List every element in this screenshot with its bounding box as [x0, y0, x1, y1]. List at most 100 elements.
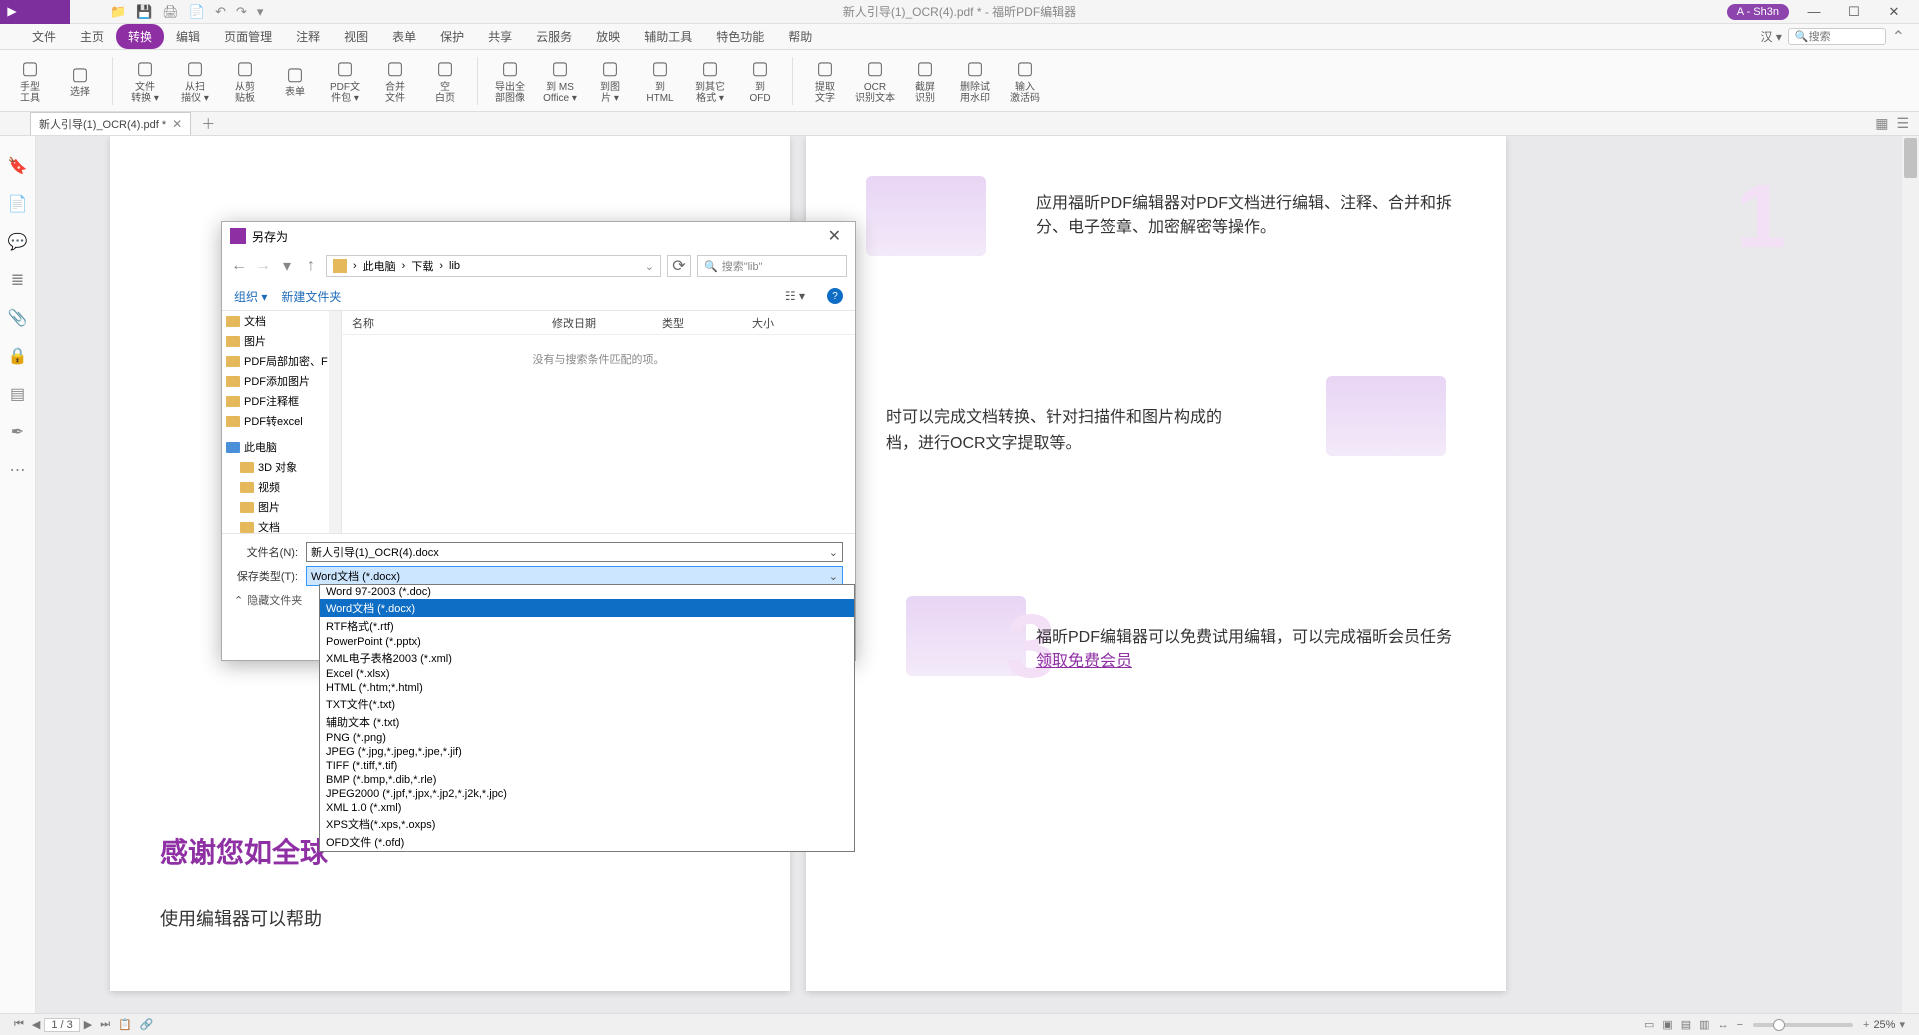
first-page-icon[interactable]: ⏮: [10, 1018, 28, 1031]
tab-comment[interactable]: 注释: [284, 24, 332, 49]
filetype-option[interactable]: PowerPoint (*.pptx): [320, 635, 854, 649]
refresh-icon[interactable]: ⟳: [667, 255, 691, 277]
zoom-out-icon[interactable]: −: [1733, 1019, 1747, 1031]
search-input[interactable]: [1809, 31, 1879, 43]
page-indicator[interactable]: 1 / 3: [44, 1018, 79, 1032]
filetype-option[interactable]: BMP (*.bmp,*.dib,*.rle): [320, 773, 854, 787]
ribbon-button[interactable]: ▢到HTML: [638, 52, 682, 110]
minimize-button[interactable]: —: [1799, 4, 1829, 19]
ribbon-button[interactable]: ▢从扫描仪 ▾: [173, 52, 217, 110]
filetype-option[interactable]: OFD文件 (*.ofd): [320, 833, 854, 851]
filetype-option[interactable]: XML电子表格2003 (*.xml): [320, 649, 854, 667]
nav-folder-item[interactable]: 文档: [222, 311, 341, 331]
ribbon-button[interactable]: ▢截屏识别: [903, 52, 947, 110]
filetype-option[interactable]: JPEG2000 (*.jpf,*.jpx,*.jp2,*.j2k,*.jpc): [320, 787, 854, 801]
nav-back-icon[interactable]: ←: [230, 257, 248, 275]
bc-2[interactable]: 下载: [411, 258, 433, 274]
filetype-option[interactable]: JPEG (*.jpg,*.jpeg,*.jpe,*.jif): [320, 745, 854, 759]
close-tab-icon[interactable]: ✕: [172, 117, 182, 131]
filetype-option[interactable]: XML 1.0 (*.xml): [320, 801, 854, 815]
tab-view[interactable]: 视图: [332, 24, 380, 49]
comments-icon[interactable]: 💬: [8, 232, 28, 252]
nav-up-icon[interactable]: ↑: [302, 257, 320, 275]
tab-share[interactable]: 共享: [476, 24, 524, 49]
ribbon-button[interactable]: ▢表单: [273, 52, 317, 110]
collapse-ribbon-icon[interactable]: ⌃: [1892, 27, 1905, 47]
filetype-option[interactable]: Word 97-2003 (*.doc): [320, 585, 854, 599]
list-view-icon[interactable]: ☰: [1896, 115, 1909, 132]
tab-pagemgmt[interactable]: 页面管理: [212, 24, 284, 49]
tab-file[interactable]: 文件: [20, 24, 68, 49]
filetype-option[interactable]: HTML (*.htm;*.html): [320, 681, 854, 695]
nav-thispc[interactable]: 此电脑: [222, 437, 341, 457]
more-panel-icon[interactable]: ⋯: [10, 460, 26, 480]
signature-icon[interactable]: ✒: [11, 422, 24, 442]
nav-folder-item[interactable]: PDF转excel: [222, 411, 341, 431]
ribbon-button[interactable]: ▢到OFD: [738, 52, 782, 110]
tab-acc[interactable]: 辅助工具: [632, 24, 704, 49]
nav-folder-item[interactable]: PDF添加图片: [222, 371, 341, 391]
tab-home[interactable]: 主页: [68, 24, 116, 49]
ribbon-button[interactable]: ▢输入激活码: [1003, 52, 1047, 110]
ribbon-button[interactable]: ▢删除试用水印: [953, 52, 997, 110]
view-mode-5-icon[interactable]: ↔: [1714, 1019, 1733, 1031]
nav-folder-item[interactable]: PDF注释框: [222, 391, 341, 411]
ribbon-button[interactable]: ▢从剪贴板: [223, 52, 267, 110]
filetype-option[interactable]: RTF格式(*.rtf): [320, 617, 854, 635]
col-name[interactable]: 名称: [342, 315, 542, 331]
close-button[interactable]: ✕: [1879, 4, 1909, 20]
filetype-option[interactable]: PNG (*.png): [320, 731, 854, 745]
filetype-option[interactable]: TXT文件(*.txt): [320, 695, 854, 713]
filetype-option[interactable]: XPS文档(*.xps,*.oxps): [320, 815, 854, 833]
new-folder-button[interactable]: 新建文件夹: [281, 288, 341, 305]
ribbon-button[interactable]: ▢到 MSOffice ▾: [538, 52, 582, 110]
nav-pane[interactable]: 文档图片PDF局部加密、FPDF添加图片PDF注释框PDF转excel此电脑3D…: [222, 311, 342, 533]
ribbon-button[interactable]: ▢选择: [58, 52, 102, 110]
ribbon-button[interactable]: ▢文件转换 ▾: [123, 52, 167, 110]
nav-sub-item[interactable]: 图片: [222, 497, 341, 517]
filename-dd-icon[interactable]: ⌄: [829, 546, 838, 559]
more-icon[interactable]: ▾: [257, 4, 264, 20]
tab-special[interactable]: 特色功能: [704, 24, 776, 49]
tab-play[interactable]: 放映: [584, 24, 632, 49]
tab-protect[interactable]: 保护: [428, 24, 476, 49]
save-icon[interactable]: 💾: [136, 4, 152, 20]
print-icon[interactable]: 🖨: [162, 4, 179, 20]
ribbon-button[interactable]: ▢OCR识别文本: [853, 52, 897, 110]
open-icon[interactable]: 📁: [110, 4, 126, 20]
col-type[interactable]: 类型: [652, 315, 742, 331]
filetype-dropdown[interactable]: Word 97-2003 (*.doc)Word文档 (*.docx)RTF格式…: [319, 584, 855, 852]
vertical-scrollbar[interactable]: [1902, 136, 1919, 1013]
redo-icon[interactable]: ↷: [236, 4, 247, 20]
pages-icon[interactable]: 📄: [8, 194, 28, 214]
layers-icon[interactable]: ≣: [11, 270, 24, 290]
security-icon[interactable]: 🔒: [8, 346, 28, 366]
document-tab[interactable]: 新人引导(1)_OCR(4).pdf * ✕: [30, 112, 191, 135]
menu-search[interactable]: 🔍: [1788, 28, 1886, 45]
nav-hist-icon[interactable]: ▾: [278, 256, 296, 276]
undo-icon[interactable]: ↶: [215, 4, 226, 20]
view-mode-3-icon[interactable]: ▤: [1677, 1018, 1695, 1031]
ribbon-button[interactable]: ▢PDF文件包 ▾: [323, 52, 367, 110]
filetype-combobox[interactable]: Word文档 (*.docx) ⌄: [306, 566, 843, 586]
view-options-icon[interactable]: ☷ ▾: [785, 289, 805, 303]
form-icon[interactable]: ▤: [10, 384, 25, 404]
filetype-option[interactable]: Word文档 (*.docx): [320, 599, 854, 617]
folder-search[interactable]: 🔍 搜索"lib": [697, 255, 847, 277]
next-page-icon[interactable]: ▶: [80, 1018, 96, 1031]
filetype-option[interactable]: 辅助文本 (*.txt): [320, 713, 854, 731]
zoom-slider[interactable]: [1753, 1023, 1853, 1027]
organize-button[interactable]: 组织 ▾: [234, 288, 267, 305]
tab-edit[interactable]: 编辑: [164, 24, 212, 49]
tab-form[interactable]: 表单: [380, 24, 428, 49]
clipboard-icon[interactable]: 📋: [114, 1018, 136, 1031]
free-member-link[interactable]: 领取免费会员: [1036, 653, 1132, 670]
nav-sub-item[interactable]: 视频: [222, 477, 341, 497]
bc-3[interactable]: lib: [449, 260, 460, 272]
view-mode-2-icon[interactable]: ▣: [1658, 1018, 1676, 1031]
file-list-pane[interactable]: 名称 修改日期 类型 大小 没有与搜索条件匹配的项。: [342, 311, 855, 533]
tab-convert[interactable]: 转换: [116, 24, 164, 49]
bc-1[interactable]: 此电脑: [363, 258, 396, 274]
bc-dropdown-icon[interactable]: ⌄: [645, 260, 654, 273]
bookmarks-icon[interactable]: 🔖: [8, 156, 28, 176]
